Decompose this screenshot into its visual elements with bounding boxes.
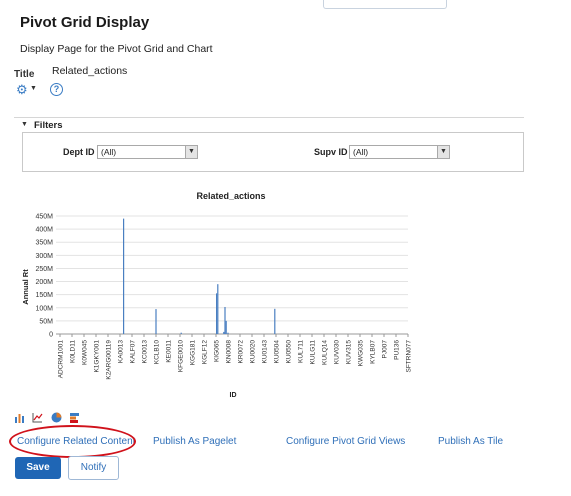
- x-tick-label: KU0143: [262, 340, 269, 364]
- publish-as-tile-link[interactable]: Publish As Tile: [438, 436, 503, 447]
- supv-id-label: Supv ID: [314, 147, 348, 157]
- dept-id-value: (All): [101, 147, 117, 157]
- x-tick-label: KULG11: [310, 340, 317, 365]
- x-tick-label: KUL711: [298, 340, 305, 363]
- y-tick-label: 200M: [35, 279, 53, 286]
- x-tick-label: KCLB10: [154, 340, 161, 365]
- bar: [227, 332, 229, 334]
- x-tick-label: KULQ14: [322, 340, 329, 365]
- collapse-caret-icon[interactable]: ▼: [21, 121, 28, 128]
- x-tick-label: KUV030: [334, 340, 341, 365]
- x-tick-label: KU0020: [250, 340, 257, 364]
- title-label: Title: [14, 69, 35, 80]
- y-tick-label: 150M: [35, 292, 53, 299]
- y-tick-label: 0: [49, 332, 53, 339]
- x-tick-label: KYLB07: [370, 340, 377, 364]
- x-tick-label: K1GKY001: [94, 340, 101, 373]
- dept-id-label: Dept ID: [63, 147, 95, 157]
- x-tick-label: KN0008: [226, 340, 233, 364]
- bar-chart-icon[interactable]: [14, 410, 25, 423]
- y-tick-label: 400M: [35, 227, 53, 234]
- bar: [223, 331, 225, 334]
- x-tick-label: ADCRM1001: [58, 340, 65, 379]
- y-tick-label: 100M: [35, 305, 53, 312]
- x-tick-label: K2ARG00119: [106, 340, 113, 380]
- bar: [217, 284, 219, 334]
- highlight-circle: [9, 425, 136, 458]
- x-tick-label: KIG065: [214, 340, 221, 362]
- save-button[interactable]: Save: [15, 457, 61, 479]
- line-chart-icon[interactable]: [32, 410, 43, 423]
- title-value: Related_actions: [52, 65, 128, 77]
- x-tick-label: KWG035: [358, 340, 365, 367]
- y-tick-label: 350M: [35, 240, 53, 247]
- chevron-down-icon[interactable]: ▼: [185, 146, 197, 158]
- y-axis-label: Annual Rt: [21, 269, 30, 305]
- y-tick-label: 450M: [35, 214, 53, 221]
- x-tick-label: PU136: [394, 340, 401, 360]
- y-tick-label: 300M: [35, 253, 53, 260]
- y-tick-label: 50M: [39, 318, 53, 325]
- x-tick-label: KGG181: [190, 340, 197, 366]
- x-axis-label: ID: [230, 392, 237, 399]
- bar: [216, 293, 218, 334]
- stacked-bar-icon[interactable]: [69, 410, 80, 423]
- x-tick-label: KR0072: [238, 340, 245, 364]
- x-tick-label: K0W045: [82, 340, 89, 365]
- x-tick-label: KFGE0010: [178, 340, 185, 373]
- x-tick-label: PJ007: [382, 340, 389, 359]
- x-tick-label: KU0550: [286, 340, 293, 364]
- filters-divider: [14, 117, 524, 118]
- bar: [224, 306, 226, 334]
- chevron-down-icon[interactable]: ▼: [30, 85, 37, 92]
- x-tick-label: KE0011: [166, 340, 173, 363]
- bar: [123, 218, 125, 334]
- x-tick-label: SFTRN077: [406, 340, 413, 373]
- bar: [180, 332, 182, 334]
- top-edge-fragment: [323, 0, 447, 9]
- x-tick-label: KGLF12: [202, 340, 209, 365]
- gear-icon[interactable]: ⚙: [16, 83, 28, 96]
- x-tick-label: K0LD11: [70, 340, 77, 363]
- x-tick-label: KUV315: [346, 340, 353, 365]
- page-title: Pivot Grid Display: [20, 14, 150, 31]
- filters-panel: Dept ID (All) ▼ Supv ID (All) ▼: [22, 132, 524, 172]
- bar: [274, 308, 276, 334]
- bar: [155, 309, 157, 334]
- chart-type-toolbar: [14, 410, 83, 423]
- notify-button[interactable]: Notify: [68, 456, 119, 480]
- x-tick-label: KU0504: [274, 340, 281, 364]
- x-tick-label: KALF07: [130, 340, 137, 364]
- help-icon[interactable]: ?: [50, 83, 63, 96]
- dept-id-select[interactable]: (All) ▼: [97, 145, 198, 159]
- chevron-down-icon[interactable]: ▼: [437, 146, 449, 158]
- page-description: Display Page for the Pivot Grid and Char…: [20, 43, 213, 55]
- x-tick-label: KA0013: [118, 340, 125, 364]
- supv-id-select[interactable]: (All) ▼: [349, 145, 450, 159]
- bar: [225, 320, 227, 334]
- pie-chart-icon[interactable]: [51, 410, 62, 423]
- y-tick-label: 250M: [35, 266, 53, 273]
- filters-header[interactable]: Filters: [34, 120, 63, 131]
- publish-as-pagelet-link[interactable]: Publish As Pagelet: [153, 436, 236, 447]
- chart-area: 0 50M 100M 150M 200M 250M 300M 350M 400M 450M ADC…: [21, 214, 413, 400]
- x-tick-label: KC0013: [142, 340, 149, 364]
- configure-pivot-grid-views-link[interactable]: Configure Pivot Grid Views: [286, 436, 405, 447]
- supv-id-value: (All): [353, 147, 369, 157]
